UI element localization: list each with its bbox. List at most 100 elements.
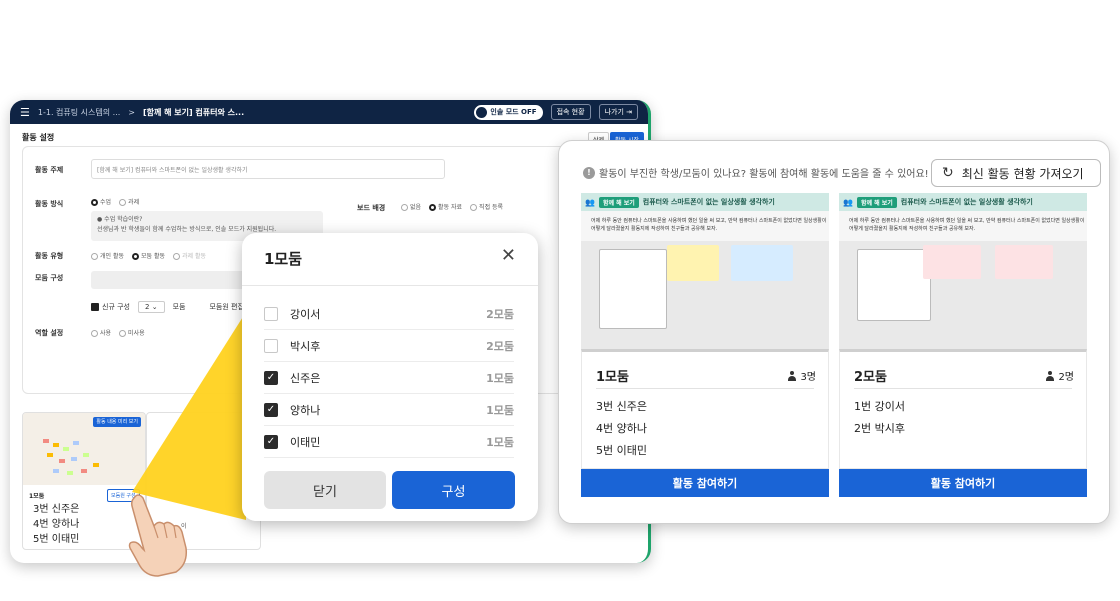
type-opt1-label: 개인 활동 (100, 253, 124, 260)
join-activity-button[interactable]: 활동 참여하기 (839, 469, 1087, 497)
board-radio-group: 없음 활동 자료 직접 등록 (401, 202, 503, 211)
mode-toggle[interactable]: 인솔 모드 OFF (474, 104, 543, 120)
member-count: 3명 (787, 368, 816, 383)
sticky-note-11 (67, 471, 73, 475)
close-icon[interactable]: ✕ (501, 245, 516, 266)
sticky-note-3 (63, 447, 69, 451)
menu-icon[interactable]: ☰ (20, 106, 30, 119)
member-name: 신주은 (290, 371, 321, 385)
section-title: 활동 설정 (22, 133, 55, 142)
person-icon (1045, 370, 1055, 381)
board-preview[interactable]: 👥 함께 해 보기 컴퓨터와 스마트폰이 없는 일상생활 생각하기 어제 하루 … (839, 193, 1087, 349)
new-group-label: 신규 구성 (102, 303, 130, 311)
type-radio-group: 개인 활동 모둠 활동 과제 활동 (91, 251, 206, 260)
member-group: 1모둠 (486, 371, 514, 385)
checkbox-checked-icon[interactable]: ✓ (264, 370, 278, 385)
radio-on-icon (132, 253, 139, 260)
role-label: 역할 설정 (35, 329, 64, 337)
type-radio-assignment[interactable]: 과제 활동 (173, 251, 206, 260)
stage: ☰ 1-1. 컴퓨팅 시스템의 ... > [함께 해 보기] 컴퓨터와 스..… (0, 0, 1120, 601)
sticky-pink (923, 245, 981, 279)
member-count: 2명 (1045, 368, 1074, 383)
new-group-checkbox[interactable]: 신규 구성 (91, 302, 130, 312)
board-radio-material[interactable]: 활동 자료 (429, 202, 462, 211)
thumbnail-members: 3번 신주은 4번 양하나 5번 이태민 (33, 502, 79, 547)
sticky-note-2 (53, 443, 59, 447)
topic-input[interactable]: [함께 해 보기] 컴퓨터와 스마트폰이 없는 일상생활 생각하기 (91, 159, 445, 179)
member-group: 1모둠 (486, 435, 514, 449)
checkbox-checked-icon[interactable]: ✓ (264, 434, 278, 449)
member-group: 1모둠 (486, 403, 514, 417)
type-opt3-label: 과제 활동 (182, 253, 206, 260)
preview-header: 👥 함께 해 보기 컴퓨터와 스마트폰이 없는 일상생활 생각하기 (581, 193, 829, 211)
thumbnail-image: 활동 내용 미리 보기 (23, 413, 145, 485)
monitor-panel: ! 활동이 부진한 학생/모둠이 있나요? 활동에 참여해 활동에 도움을 줄 … (558, 140, 1110, 524)
close-button[interactable]: 닫기 (264, 471, 386, 509)
method-radio-lesson[interactable]: 수업 (91, 197, 111, 206)
method-label: 활동 방식 (35, 200, 64, 208)
people-icon: 👥 (843, 197, 853, 207)
checkbox-checked-icon[interactable]: ✓ (264, 402, 278, 417)
sticky-note-4 (73, 441, 79, 445)
board-opt3-label: 직접 등록 (479, 204, 504, 211)
preview-header: 👥 함께 해 보기 컴퓨터와 스마트폰이 없는 일상생활 생각하기 (839, 193, 1087, 211)
checkbox-icon (91, 303, 99, 311)
thumbnail-group-name: 1모둠 (29, 493, 45, 500)
refresh-button[interactable]: ↻ 최신 활동 현황 가져오기 (931, 159, 1101, 187)
member-row[interactable]: ✓ 양하나 1모둠 (264, 394, 514, 426)
mode-toggle-label: 인솔 모드 OFF (490, 108, 537, 116)
type-radio-individual[interactable]: 개인 활동 (91, 251, 124, 260)
sticky-note-7 (71, 457, 77, 461)
person-icon (787, 370, 797, 381)
member-row[interactable]: ✓ 이태민 1모둠 (264, 426, 514, 458)
board-preview[interactable]: 👥 함께 해 보기 컴퓨터와 스마트폰이 없는 일상생활 생각하기 어제 하루 … (581, 193, 829, 349)
notice: ! 활동이 부진한 학생/모둠이 있나요? 활동에 참여해 활동에 도움을 줄 … (583, 165, 929, 180)
sticky-note-12 (81, 469, 87, 473)
modal-title: 1모둠 (264, 250, 303, 268)
checkbox-unchecked-icon[interactable] (264, 306, 278, 321)
divider (854, 388, 1072, 389)
board-radio-none[interactable]: 없음 (401, 202, 421, 211)
role-radio-unused[interactable]: 미사용 (119, 328, 145, 337)
method-radio-homework[interactable]: 과제 (119, 197, 139, 206)
toggle-knob (476, 106, 488, 118)
checkbox-unchecked-icon[interactable] (264, 338, 278, 353)
group-settings-row: 신규 구성 2 ⌄ 모둠 모둠원 편집 편성 (91, 301, 259, 313)
role-opt2-label: 미사용 (128, 330, 145, 337)
method-opt2-label: 과제 (128, 199, 140, 206)
exit-button[interactable]: 나가기 ⇥ (598, 104, 638, 120)
sticky-note-5 (47, 453, 53, 457)
member-row[interactable]: 강이서 2모둠 (264, 298, 514, 330)
member-row[interactable]: 박시후 2모둠 (264, 330, 514, 362)
sticky-pink (995, 245, 1053, 279)
sticky-note-1 (43, 439, 49, 443)
member-row[interactable]: ✓ 신주은 1모둠 (264, 362, 514, 394)
preview-title: 컴퓨터와 스마트폰이 없는 일상생활 생각하기 (642, 198, 775, 206)
type-radio-group-activity[interactable]: 모둠 활동 (132, 251, 165, 260)
chevron-down-icon: ⌄ (151, 303, 158, 311)
member-item: 2번 박시후 (854, 422, 905, 435)
preview-tag: 함께 해 보기 (856, 196, 897, 208)
preview-tag: 함께 해 보기 (598, 196, 639, 208)
join-activity-button[interactable]: 활동 참여하기 (581, 469, 829, 497)
board-label: 보드 배경 (357, 204, 386, 212)
member-item: 3번 신주은 (596, 400, 647, 413)
sticky-yellow (667, 245, 719, 281)
notice-text: 활동이 부진한 학생/모둠이 있나요? 활동에 참여해 활동에 도움을 줄 수 … (599, 169, 929, 180)
preview-board (581, 241, 829, 349)
sticky-note-9 (93, 463, 99, 467)
board-radio-upload[interactable]: 직접 등록 (470, 202, 503, 211)
breadcrumb[interactable]: 1-1. 컴퓨팅 시스템의 ... (38, 107, 120, 118)
refresh-icon: ↻ (942, 165, 954, 181)
thumbnail-member: 5번 이태민 (33, 534, 80, 545)
member-item: 4번 양하나 (596, 422, 647, 435)
group-count-select[interactable]: 2 ⌄ (138, 301, 165, 313)
compose-button[interactable]: 구성 (392, 471, 515, 509)
member-item: 5번 이태민 (596, 444, 647, 457)
role-radio-use[interactable]: 사용 (91, 328, 111, 337)
member-item: 1번 강이서 (854, 400, 905, 413)
board-opt2-label: 활동 자료 (438, 204, 463, 211)
preview-badge[interactable]: 활동 내용 미리 보기 (93, 417, 141, 427)
access-status-button[interactable]: 접속 현황 (550, 104, 591, 120)
radio-off-icon (470, 204, 478, 211)
